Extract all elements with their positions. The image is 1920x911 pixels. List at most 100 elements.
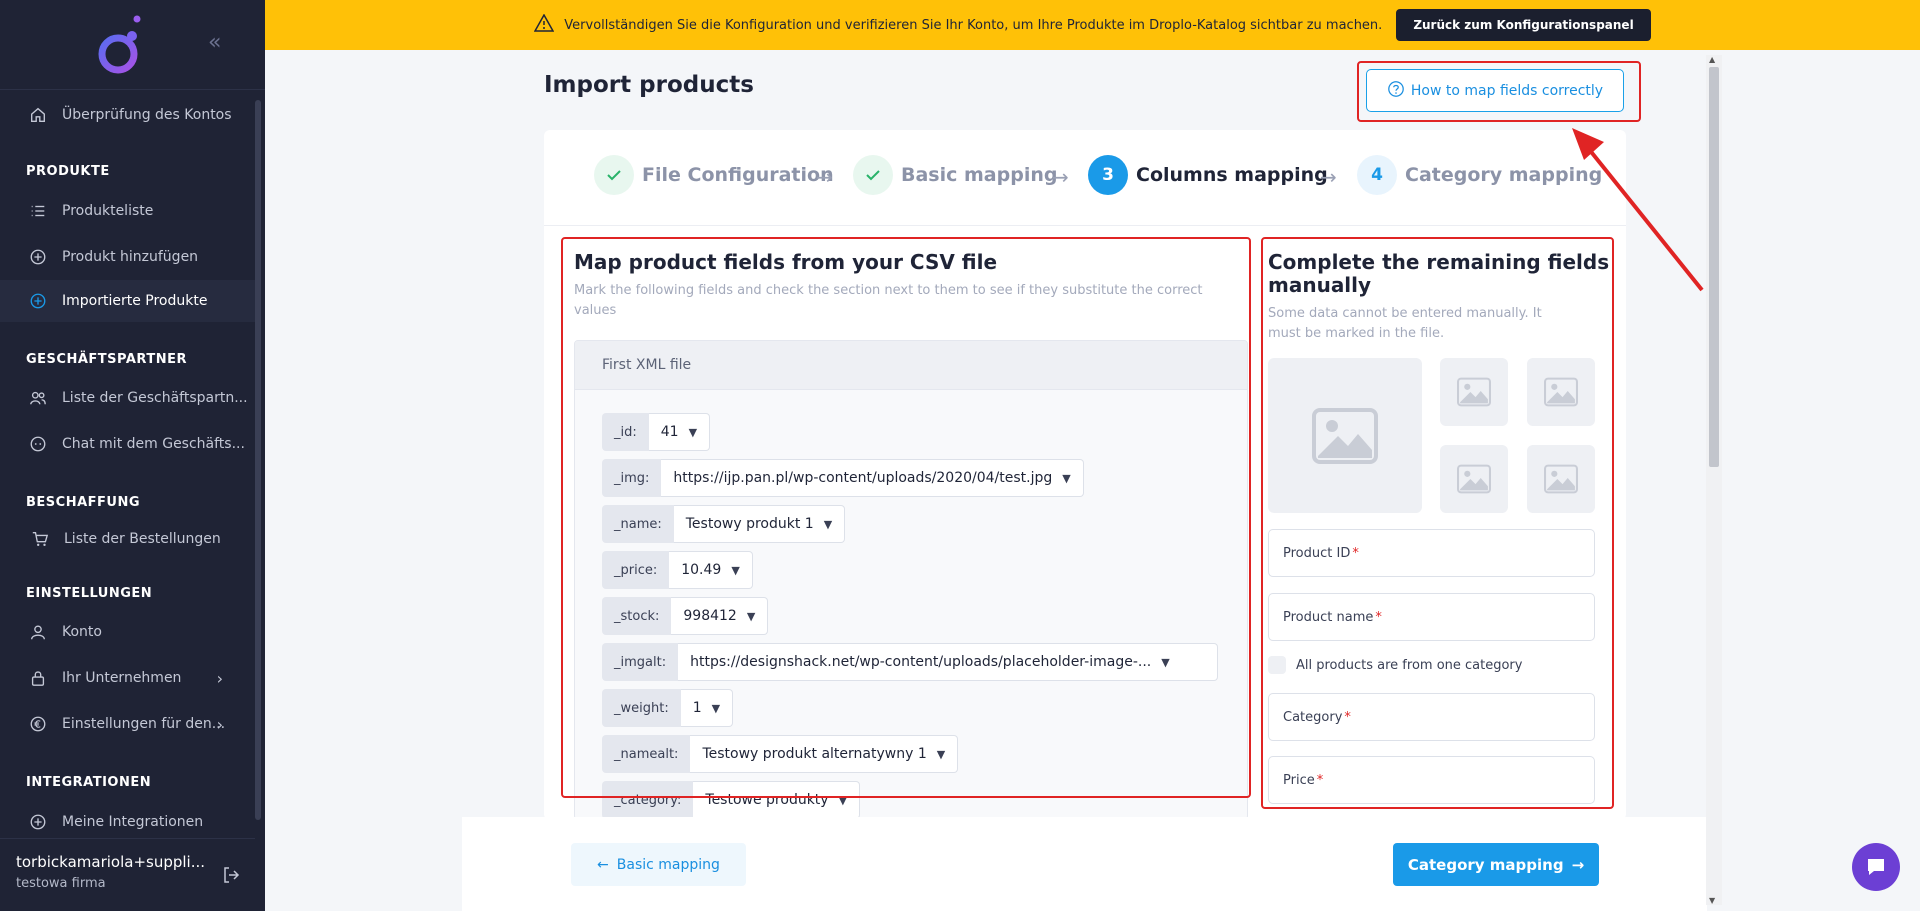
sidebar-item-label: Ihr Unternehmen bbox=[62, 670, 182, 686]
right-panel-title-line: Complete the remaining fields bbox=[1268, 250, 1610, 274]
basic-mapping-back-button[interactable]: ← Basic mapping bbox=[571, 843, 746, 886]
chat-icon bbox=[28, 434, 48, 454]
sidebar-item-company[interactable]: Ihr Unternehmen › bbox=[0, 657, 255, 699]
field-select-category[interactable]: Testowe produkty ▼ bbox=[693, 781, 861, 819]
field-key: _category: bbox=[602, 781, 694, 819]
prev-button-label: Basic mapping bbox=[616, 856, 720, 873]
sidebar-item-imported-products[interactable]: Importierte Produkte bbox=[0, 280, 255, 322]
one-category-checkbox[interactable] bbox=[1268, 656, 1286, 674]
scroll-up-icon[interactable]: ▲ bbox=[1709, 55, 1715, 64]
right-panel-title: Complete the remaining fields manually bbox=[1268, 251, 1609, 297]
arrow-right-icon: → bbox=[1052, 165, 1069, 189]
user-company: testowa firma bbox=[16, 876, 106, 891]
scroll-down-icon[interactable]: ▼ bbox=[1709, 896, 1715, 905]
step-columns-mapping[interactable]: 3 Columns mapping bbox=[1088, 155, 1328, 195]
sidebar-item-my-integrations[interactable]: Meine Integrationen bbox=[0, 801, 255, 843]
stepper: File Configuration → Basic mapping → 3 C… bbox=[544, 155, 1626, 201]
section-procurement: BESCHAFFUNG bbox=[26, 495, 141, 510]
field-row-weight: _weight: 1 ▼ bbox=[602, 689, 734, 727]
sidebar-item-label: Liste der Bestellungen bbox=[64, 531, 221, 547]
field-select-namealt[interactable]: Testowy produkt alternatywny 1 ▼ bbox=[690, 735, 959, 773]
one-category-option[interactable]: All products are from one category bbox=[1268, 656, 1522, 674]
chevron-down-icon: ▼ bbox=[711, 701, 721, 715]
warning-icon bbox=[534, 13, 555, 36]
chevron-down-icon: ▼ bbox=[823, 517, 833, 531]
section-partners: GESCHÄFTSPARTNER bbox=[26, 352, 187, 367]
field-row-stock: _stock: 998412 ▼ bbox=[602, 597, 769, 635]
page-title: Import products bbox=[544, 72, 754, 98]
main-image-placeholder[interactable] bbox=[1268, 358, 1422, 513]
step-file-configuration[interactable]: File Configuration bbox=[594, 155, 834, 195]
plus-circle-icon bbox=[28, 247, 48, 267]
step-label: File Configuration bbox=[642, 164, 834, 186]
image-placeholder[interactable] bbox=[1440, 358, 1508, 426]
collapse-sidebar-icon[interactable]: « bbox=[208, 30, 221, 55]
field-select-id[interactable]: 41 ▼ bbox=[648, 413, 711, 451]
left-panel-description: Mark the following fields and check the … bbox=[574, 283, 1203, 318]
input-label: Product name bbox=[1283, 609, 1374, 625]
product-id-input[interactable]: Product ID * bbox=[1268, 529, 1595, 577]
sidebar-item-account-check[interactable]: Überprüfung des Kontos bbox=[0, 94, 255, 136]
step-basic-mapping[interactable]: Basic mapping bbox=[853, 155, 1057, 195]
field-row-imgalt: _imgalt: https://designshack.net/wp-cont… bbox=[602, 643, 1219, 681]
price-input[interactable]: Price * bbox=[1268, 756, 1595, 804]
field-value: Testowy produkt 1 bbox=[685, 516, 814, 532]
sidebar-item-settings-for[interactable]: Einstellungen für den... › bbox=[0, 703, 255, 745]
scrollbar-thumb[interactable] bbox=[1709, 67, 1719, 467]
sidebar-item-partner-chat[interactable]: Chat mit dem Geschäfts... bbox=[0, 423, 255, 465]
section-settings: EINSTELLUNGEN bbox=[26, 586, 153, 601]
sidebar-scrollbar[interactable] bbox=[255, 100, 261, 820]
field-select-imgalt[interactable]: https://designshack.net/wp-content/uploa… bbox=[678, 643, 1219, 681]
sidebar-item-label: Konto bbox=[62, 624, 102, 640]
field-value: https://ijp.pan.pl/wp-content/uploads/20… bbox=[673, 470, 1053, 486]
chat-launcher[interactable] bbox=[1852, 843, 1900, 891]
sidebar-item-partner-list[interactable]: Liste der Geschäftspartn... bbox=[0, 377, 255, 419]
field-select-stock[interactable]: 998412 ▼ bbox=[671, 597, 769, 635]
sidebar-item-account[interactable]: Konto bbox=[0, 611, 255, 653]
image-icon bbox=[1457, 377, 1491, 407]
user-name[interactable]: torbickamariola+suppli... bbox=[16, 853, 216, 871]
field-key: _img: bbox=[602, 459, 662, 497]
sidebar-item-label: Einstellungen für den... bbox=[62, 716, 226, 732]
xml-file-header: First XML file bbox=[575, 341, 1247, 390]
annotation-arrow-icon bbox=[1572, 128, 1704, 292]
logout-icon[interactable] bbox=[221, 865, 241, 889]
chevron-right-icon: › bbox=[216, 715, 223, 734]
field-key: _weight: bbox=[602, 689, 681, 727]
category-input[interactable]: Category * bbox=[1268, 693, 1595, 741]
image-placeholder[interactable] bbox=[1527, 358, 1595, 426]
sidebar-item-product-list[interactable]: Produkteliste bbox=[0, 190, 255, 232]
field-value: Testowy produkt alternatywny 1 bbox=[702, 746, 927, 762]
sidebar-item-add-product[interactable]: Produkt hinzufügen bbox=[0, 236, 255, 278]
question-circle-icon bbox=[1387, 80, 1405, 102]
field-select-name[interactable]: Testowy produkt 1 ▼ bbox=[673, 505, 846, 543]
field-select-price[interactable]: 10.49 ▼ bbox=[669, 551, 753, 589]
sidebar-item-label: Liste der Geschäftspartn... bbox=[62, 390, 248, 406]
image-placeholder[interactable] bbox=[1440, 445, 1508, 513]
droplo-logo[interactable] bbox=[96, 14, 146, 74]
verification-banner: Vervollständigen Sie die Konfiguration u… bbox=[265, 0, 1920, 50]
category-mapping-next-button[interactable]: Category mapping → bbox=[1393, 843, 1599, 886]
checkbox-label: All products are from one category bbox=[1296, 657, 1523, 673]
field-select-img[interactable]: https://ijp.pan.pl/wp-content/uploads/20… bbox=[661, 459, 1084, 497]
field-value: 998412 bbox=[683, 608, 737, 624]
list-icon bbox=[28, 201, 48, 221]
field-key: _price: bbox=[602, 551, 670, 589]
step-number: 4 bbox=[1357, 155, 1397, 195]
input-label: Product ID bbox=[1283, 545, 1351, 561]
required-mark: * bbox=[1316, 772, 1324, 788]
banner-message: Vervollständigen Sie die Konfiguration u… bbox=[564, 17, 1383, 33]
back-to-config-button[interactable]: Zurück zum Konfigurationspanel bbox=[1396, 9, 1651, 41]
image-placeholder[interactable] bbox=[1527, 445, 1595, 513]
field-select-weight[interactable]: 1 ▼ bbox=[680, 689, 734, 727]
sidebar-item-orders-list[interactable]: Liste der Bestellungen bbox=[0, 518, 255, 560]
section-integrations: INTEGRATIONEN bbox=[26, 775, 152, 790]
right-panel-title-line: manually bbox=[1268, 273, 1372, 297]
how-to-map-button[interactable]: How to map fields correctly bbox=[1366, 69, 1624, 112]
required-mark: * bbox=[1352, 545, 1359, 561]
image-icon bbox=[1312, 407, 1378, 464]
product-name-input[interactable]: Product name * bbox=[1268, 593, 1595, 641]
field-row-namealt: _namealt: Testowy produkt alternatywny 1… bbox=[602, 735, 959, 773]
field-row-category: _category: Testowe produkty ▼ bbox=[602, 781, 861, 819]
next-button-label: Category mapping bbox=[1407, 855, 1564, 874]
